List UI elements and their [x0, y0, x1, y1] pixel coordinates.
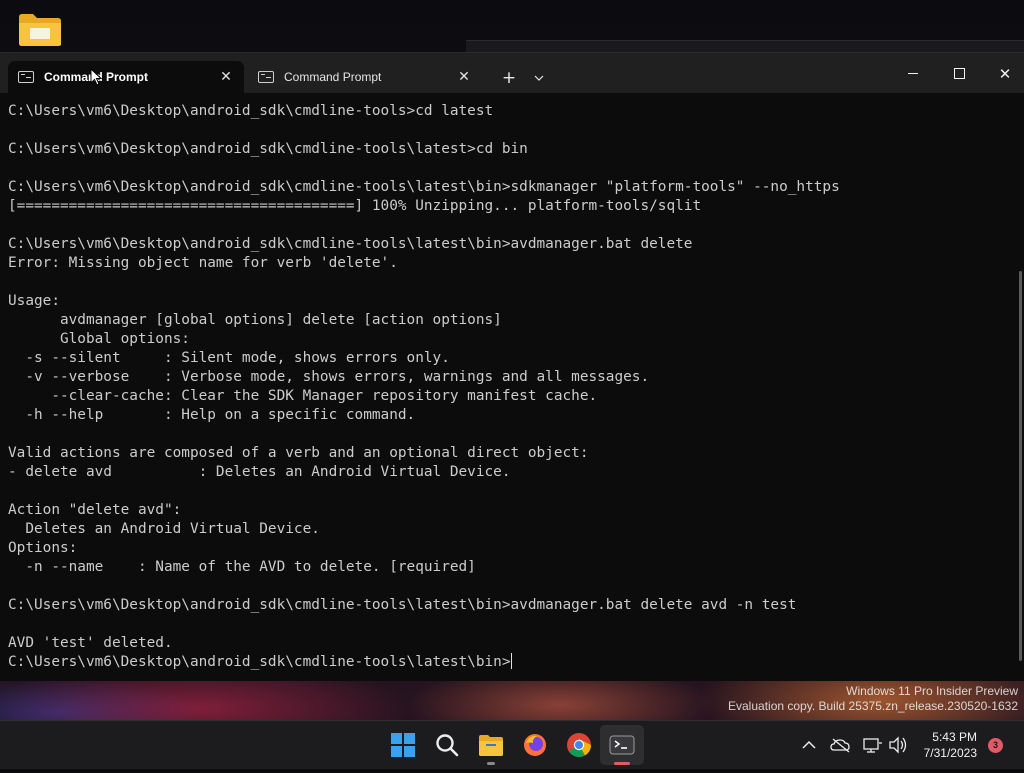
tab-command-prompt-2[interactable]: Command Prompt ✕ — [248, 61, 482, 93]
tab-bar: Command Prompt ✕ Command Prompt ✕ + ✕ — [0, 53, 1024, 93]
minimize-button[interactable] — [890, 61, 936, 87]
console-line: C:\Users\vm6\Desktop\android_sdk\cmdline… — [8, 597, 797, 613]
file-explorer-icon[interactable] — [477, 731, 505, 765]
network-icon[interactable] — [862, 721, 884, 769]
windows-watermark: Windows 11 Pro Insider Preview Evaluatio… — [728, 684, 1018, 714]
text-cursor — [510, 653, 512, 669]
notification-badge[interactable]: 3 — [988, 738, 1003, 753]
console-line: Options: — [8, 540, 78, 556]
console-line: C:\Users\vm6\Desktop\android_sdk\cmdline… — [8, 236, 693, 252]
console-line: --clear-cache: Clear the SDK Manager rep… — [8, 388, 598, 404]
console-line: avdmanager [global options] delete [acti… — [8, 312, 502, 328]
close-window-button[interactable]: ✕ — [982, 61, 1024, 87]
tab-title: Command Prompt — [284, 70, 382, 84]
console-line: Valid actions are composed of a verb and… — [8, 445, 589, 461]
folder-icon[interactable] — [18, 12, 62, 48]
console-line: -s --silent : Silent mode, shows errors … — [8, 350, 450, 366]
maximize-icon — [953, 68, 965, 79]
clock[interactable]: 5:43 PM 7/31/2023 — [915, 729, 977, 761]
console-output[interactable]: C:\Users\vm6\Desktop\android_sdk\cmdline… — [8, 102, 1008, 677]
chevron-down-icon[interactable] — [528, 67, 550, 89]
console-line: AVD 'test' deleted. — [8, 635, 173, 651]
maximize-button[interactable] — [936, 61, 982, 87]
console-line: - delete avd : Deletes an Android Virtua… — [8, 464, 511, 480]
console-line: -v --verbose : Verbose mode, shows error… — [8, 369, 650, 385]
taskbar: 5:43 PM 7/31/2023 3 — [0, 720, 1024, 769]
tab-title: Command Prompt — [44, 70, 149, 84]
cmd-icon — [18, 71, 34, 83]
terminal-window[interactable]: Command Prompt ✕ Command Prompt ✕ + ✕ C:… — [0, 52, 1024, 681]
minimize-icon — [908, 73, 918, 74]
chrome-icon[interactable] — [565, 731, 593, 759]
active-indicator — [614, 762, 630, 765]
scrollbar[interactable] — [1019, 271, 1022, 661]
console-line: [=======================================… — [8, 198, 702, 214]
console-line: Global options: — [8, 331, 190, 347]
search-icon[interactable] — [433, 731, 461, 759]
close-tab-icon[interactable]: ✕ — [218, 69, 234, 85]
console-line: Error: Missing object name for verb 'del… — [8, 255, 398, 271]
terminal-icon[interactable] — [608, 731, 636, 759]
console-line: Action "delete avd": — [8, 502, 182, 518]
console-line: -h --help : Help on a specific command. — [8, 407, 416, 423]
close-tab-icon[interactable]: ✕ — [456, 69, 472, 85]
cmd-icon — [258, 71, 274, 83]
watermark-build: Evaluation copy. Build 25375.zn_release.… — [728, 699, 1018, 713]
console-line: -n --name : Name of the AVD to delete. [… — [8, 559, 476, 575]
watermark-edition: Windows 11 Pro Insider Preview — [846, 684, 1018, 698]
console-line: Usage: — [8, 293, 60, 309]
mouse-pointer-icon — [90, 68, 102, 86]
console-line: C:\Users\vm6\Desktop\android_sdk\cmdline… — [8, 103, 494, 119]
console-line: Deletes an Android Virtual Device. — [8, 521, 320, 537]
chevron-up-icon[interactable] — [800, 721, 818, 769]
console-prompt[interactable]: C:\Users\vm6\Desktop\android_sdk\cmdline… — [8, 653, 1008, 672]
console-line: C:\Users\vm6\Desktop\android_sdk\cmdline… — [8, 179, 840, 195]
volume-icon[interactable] — [888, 721, 910, 769]
console-line: C:\Users\vm6\Desktop\android_sdk\cmdline… — [8, 141, 528, 157]
firefox-icon[interactable] — [521, 731, 549, 759]
onedrive-offline-icon[interactable] — [830, 721, 852, 769]
prompt-text: C:\Users\vm6\Desktop\android_sdk\cmdline… — [8, 654, 511, 670]
new-tab-button[interactable]: + — [498, 67, 520, 89]
running-indicator — [487, 762, 495, 765]
tab-command-prompt-1[interactable]: Command Prompt ✕ — [8, 61, 244, 93]
clock-date: 7/31/2023 — [923, 746, 977, 760]
windows-start-icon[interactable] — [389, 731, 417, 759]
clock-time: 5:43 PM — [932, 730, 977, 744]
